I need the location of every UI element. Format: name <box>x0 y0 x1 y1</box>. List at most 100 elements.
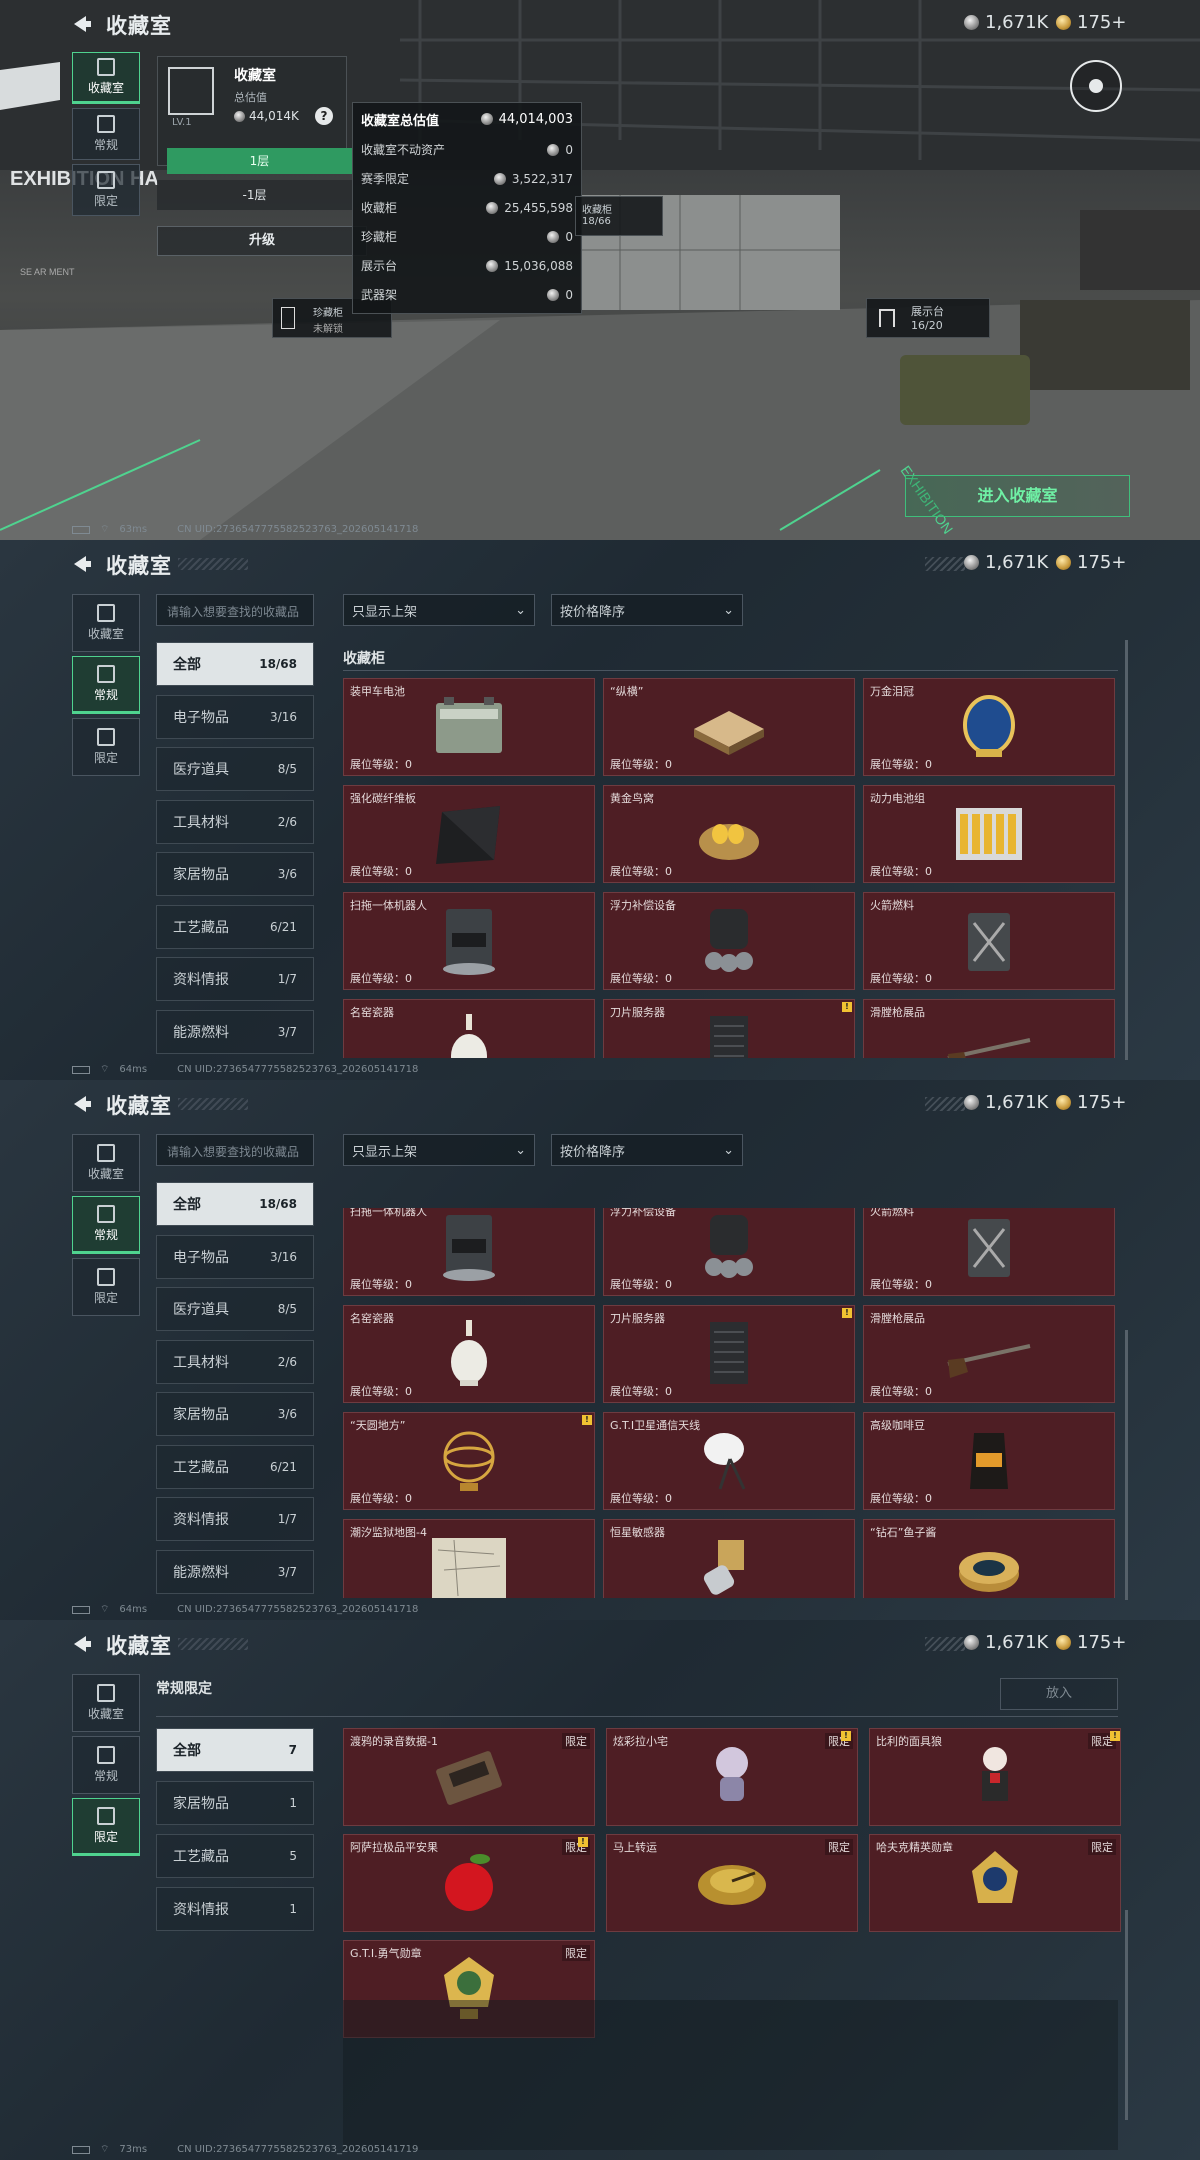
item-name: 恒星敏感器 <box>610 1526 665 1539</box>
side-tab-limited[interactable]: 限定 <box>72 1798 140 1856</box>
search-input[interactable]: 请输入想要查找的收藏品 <box>156 594 314 626</box>
category-2[interactable]: 医疗道具 8/5 <box>156 747 314 791</box>
currency-decoration <box>925 1097 965 1111</box>
item-card[interactable]: 万金泪冠 展位等级：0 <box>863 678 1115 776</box>
wifi-icon: ⌔ <box>100 524 110 535</box>
category-0[interactable]: 全部 18/68 <box>156 1182 314 1226</box>
scrollbar[interactable] <box>1125 1910 1128 2120</box>
booth-level: 展位等级：0 <box>870 1492 932 1505</box>
scrollbar[interactable] <box>1125 640 1128 1060</box>
limited-category-2[interactable]: 工艺藏品 5 <box>156 1834 314 1878</box>
item-card[interactable]: 动力电池组 展位等级：0 <box>863 785 1115 883</box>
limited-item-card[interactable]: 炫彩拉小宅 限定! <box>606 1728 858 1826</box>
item-card[interactable]: “纵横” 展位等级：0 <box>603 678 855 776</box>
upgrade-button[interactable]: 升级 <box>157 226 367 256</box>
item-card[interactable]: 恒星敏感器展位等级：0 <box>603 1519 855 1598</box>
item-card[interactable]: 潮汐监狱地图-4 展位等级：0 <box>343 1519 595 1598</box>
gold-currency[interactable]: 175+ <box>1056 12 1126 33</box>
side-tab-limited[interactable]: 限定 <box>72 718 140 776</box>
limited-item-card[interactable]: 比利的面具狼 限定! <box>869 1728 1121 1826</box>
back-arrow-icon[interactable] <box>72 14 92 34</box>
back-arrow-icon[interactable] <box>72 1634 92 1654</box>
item-card[interactable]: “天圆地方” 展位等级：0! <box>343 1412 595 1510</box>
category-5[interactable]: 工艺藏品 6/21 <box>156 904 314 949</box>
floor-minus1-button[interactable]: -1层 <box>157 180 352 210</box>
limited-category-0[interactable]: 全部 7 <box>156 1728 314 1772</box>
picture-icon <box>97 1205 115 1223</box>
search-input[interactable]: 请输入想要查找的收藏品 <box>156 1134 314 1166</box>
back-arrow-icon[interactable] <box>72 1094 92 1114</box>
item-card[interactable]: G.T.I卫星通信天线 展位等级：0 <box>603 1412 855 1510</box>
display-stand-tag[interactable]: 展示台 16/20 <box>866 298 990 338</box>
limited-item-card[interactable]: 哈夫克精英勋章 限定 <box>869 1834 1121 1932</box>
side-tab-regular[interactable]: 常规 <box>72 1196 140 1254</box>
side-tab-room[interactable]: 收藏室 <box>72 1134 140 1192</box>
side-tab-regular[interactable]: 常规 <box>72 656 140 714</box>
limited-category-1[interactable]: 家居物品 1 <box>156 1781 314 1825</box>
cabinet-icon <box>281 307 295 329</box>
category-1[interactable]: 电子物品 3/16 <box>156 1234 314 1279</box>
item-card[interactable]: 刀片服务器展位等级：0! <box>603 999 855 1058</box>
limited-category-3[interactable]: 资料情报 1 <box>156 1887 314 1931</box>
category-1[interactable]: 电子物品 3/16 <box>156 694 314 739</box>
item-card[interactable]: 强化碳纤维板 展位等级：0 <box>343 785 595 883</box>
room-icon <box>97 604 115 622</box>
put-in-button[interactable]: 放入 <box>1000 1678 1118 1710</box>
shelf-filter-dropdown[interactable]: 只显示上架 ⌄ <box>343 594 535 626</box>
item-card[interactable]: 名窑瓷器展位等级：0 <box>343 1305 595 1403</box>
item-card[interactable]: 火箭燃料 展位等级：0 <box>863 892 1115 990</box>
gold-currency[interactable]: 175+ <box>1056 1092 1126 1113</box>
item-card[interactable]: 扫拖一体机器人 展位等级：0 <box>343 1208 595 1296</box>
item-card[interactable]: 扫拖一体机器人 展位等级：0 <box>343 892 595 990</box>
category-7[interactable]: 能源燃料 3/7 <box>156 1549 314 1594</box>
item-card[interactable]: 刀片服务器展位等级：0! <box>603 1305 855 1403</box>
item-card[interactable]: 浮力补偿设备 展位等级：0 <box>603 892 855 990</box>
shelf-filter-dropdown[interactable]: 只显示上架 ⌄ <box>343 1134 535 1166</box>
item-card[interactable]: 滑膛枪展品展位等级：0 <box>863 999 1115 1058</box>
category-6[interactable]: 资料情报 1/7 <box>156 1497 314 1541</box>
side-tab-limited[interactable]: 限定 <box>72 1258 140 1316</box>
item-card[interactable]: “钻石”鱼子酱展位等级：0 <box>863 1519 1115 1598</box>
item-card[interactable]: 高级咖啡豆 展位等级：0 <box>863 1412 1115 1510</box>
item-card[interactable]: 火箭燃料 展位等级：0 <box>863 1208 1115 1296</box>
gold-currency[interactable]: 175+ <box>1056 552 1126 573</box>
item-card[interactable]: 浮力补偿设备 展位等级：0 <box>603 1208 855 1296</box>
category-6[interactable]: 资料情报 1/7 <box>156 957 314 1001</box>
limited-item-card[interactable]: 阿萨拉极品平安果 限定! <box>343 1834 595 1932</box>
item-card[interactable]: 黄金鸟窝 展位等级：0 <box>603 785 855 883</box>
category-3[interactable]: 工具材料 2/6 <box>156 799 314 844</box>
item-card[interactable]: 名窑瓷器展位等级：0 <box>343 999 595 1058</box>
page-title: 收藏室 <box>106 554 172 578</box>
side-tab-room[interactable]: 收藏室 <box>72 52 140 104</box>
back-arrow-icon[interactable] <box>72 554 92 574</box>
gold-currency[interactable]: 175+ <box>1056 1632 1126 1653</box>
item-name: 浮力补偿设备 <box>610 1208 676 1218</box>
item-card[interactable]: 装甲车电池 展位等级：0 <box>343 678 595 776</box>
side-tab-regular[interactable]: 常规 <box>72 108 140 160</box>
alert-badge-icon: ! <box>841 1731 851 1741</box>
floor-1-button[interactable]: 1层 <box>167 148 352 174</box>
booth-level: 展位等级：0 <box>610 1597 672 1598</box>
cabinet-tag[interactable]: 收藏柜 18/66 <box>575 196 663 236</box>
camera-view-icon[interactable] <box>1070 60 1122 112</box>
limited-item-card[interactable]: 马上转运 限定 <box>606 1834 858 1932</box>
enter-room-button[interactable]: 进入收藏室 <box>905 475 1130 517</box>
category-4[interactable]: 家居物品 3/6 <box>156 1392 314 1436</box>
side-tab-room[interactable]: 收藏室 <box>72 594 140 652</box>
sort-dropdown[interactable]: 按价格降序 ⌄ <box>551 594 743 626</box>
scrollbar[interactable] <box>1125 1330 1128 1600</box>
help-icon[interactable]: ? <box>315 107 333 125</box>
category-7[interactable]: 能源燃料 3/7 <box>156 1009 314 1054</box>
category-0[interactable]: 全部 18/68 <box>156 642 314 686</box>
limited-item-card[interactable]: 渡鸦的录音数据-1 限定 <box>343 1728 595 1826</box>
carbon-plate-icon <box>436 806 500 864</box>
category-2[interactable]: 医疗道具 8/5 <box>156 1287 314 1331</box>
side-tab-room[interactable]: 收藏室 <box>72 1674 140 1732</box>
side-tab-limited[interactable]: 限定 <box>72 164 140 216</box>
sort-dropdown[interactable]: 按价格降序 ⌄ <box>551 1134 743 1166</box>
item-card[interactable]: 滑膛枪展品展位等级：0 <box>863 1305 1115 1403</box>
category-4[interactable]: 家居物品 3/6 <box>156 852 314 896</box>
category-3[interactable]: 工具材料 2/6 <box>156 1339 314 1384</box>
side-tab-regular[interactable]: 常规 <box>72 1736 140 1794</box>
category-5[interactable]: 工艺藏品 6/21 <box>156 1444 314 1489</box>
